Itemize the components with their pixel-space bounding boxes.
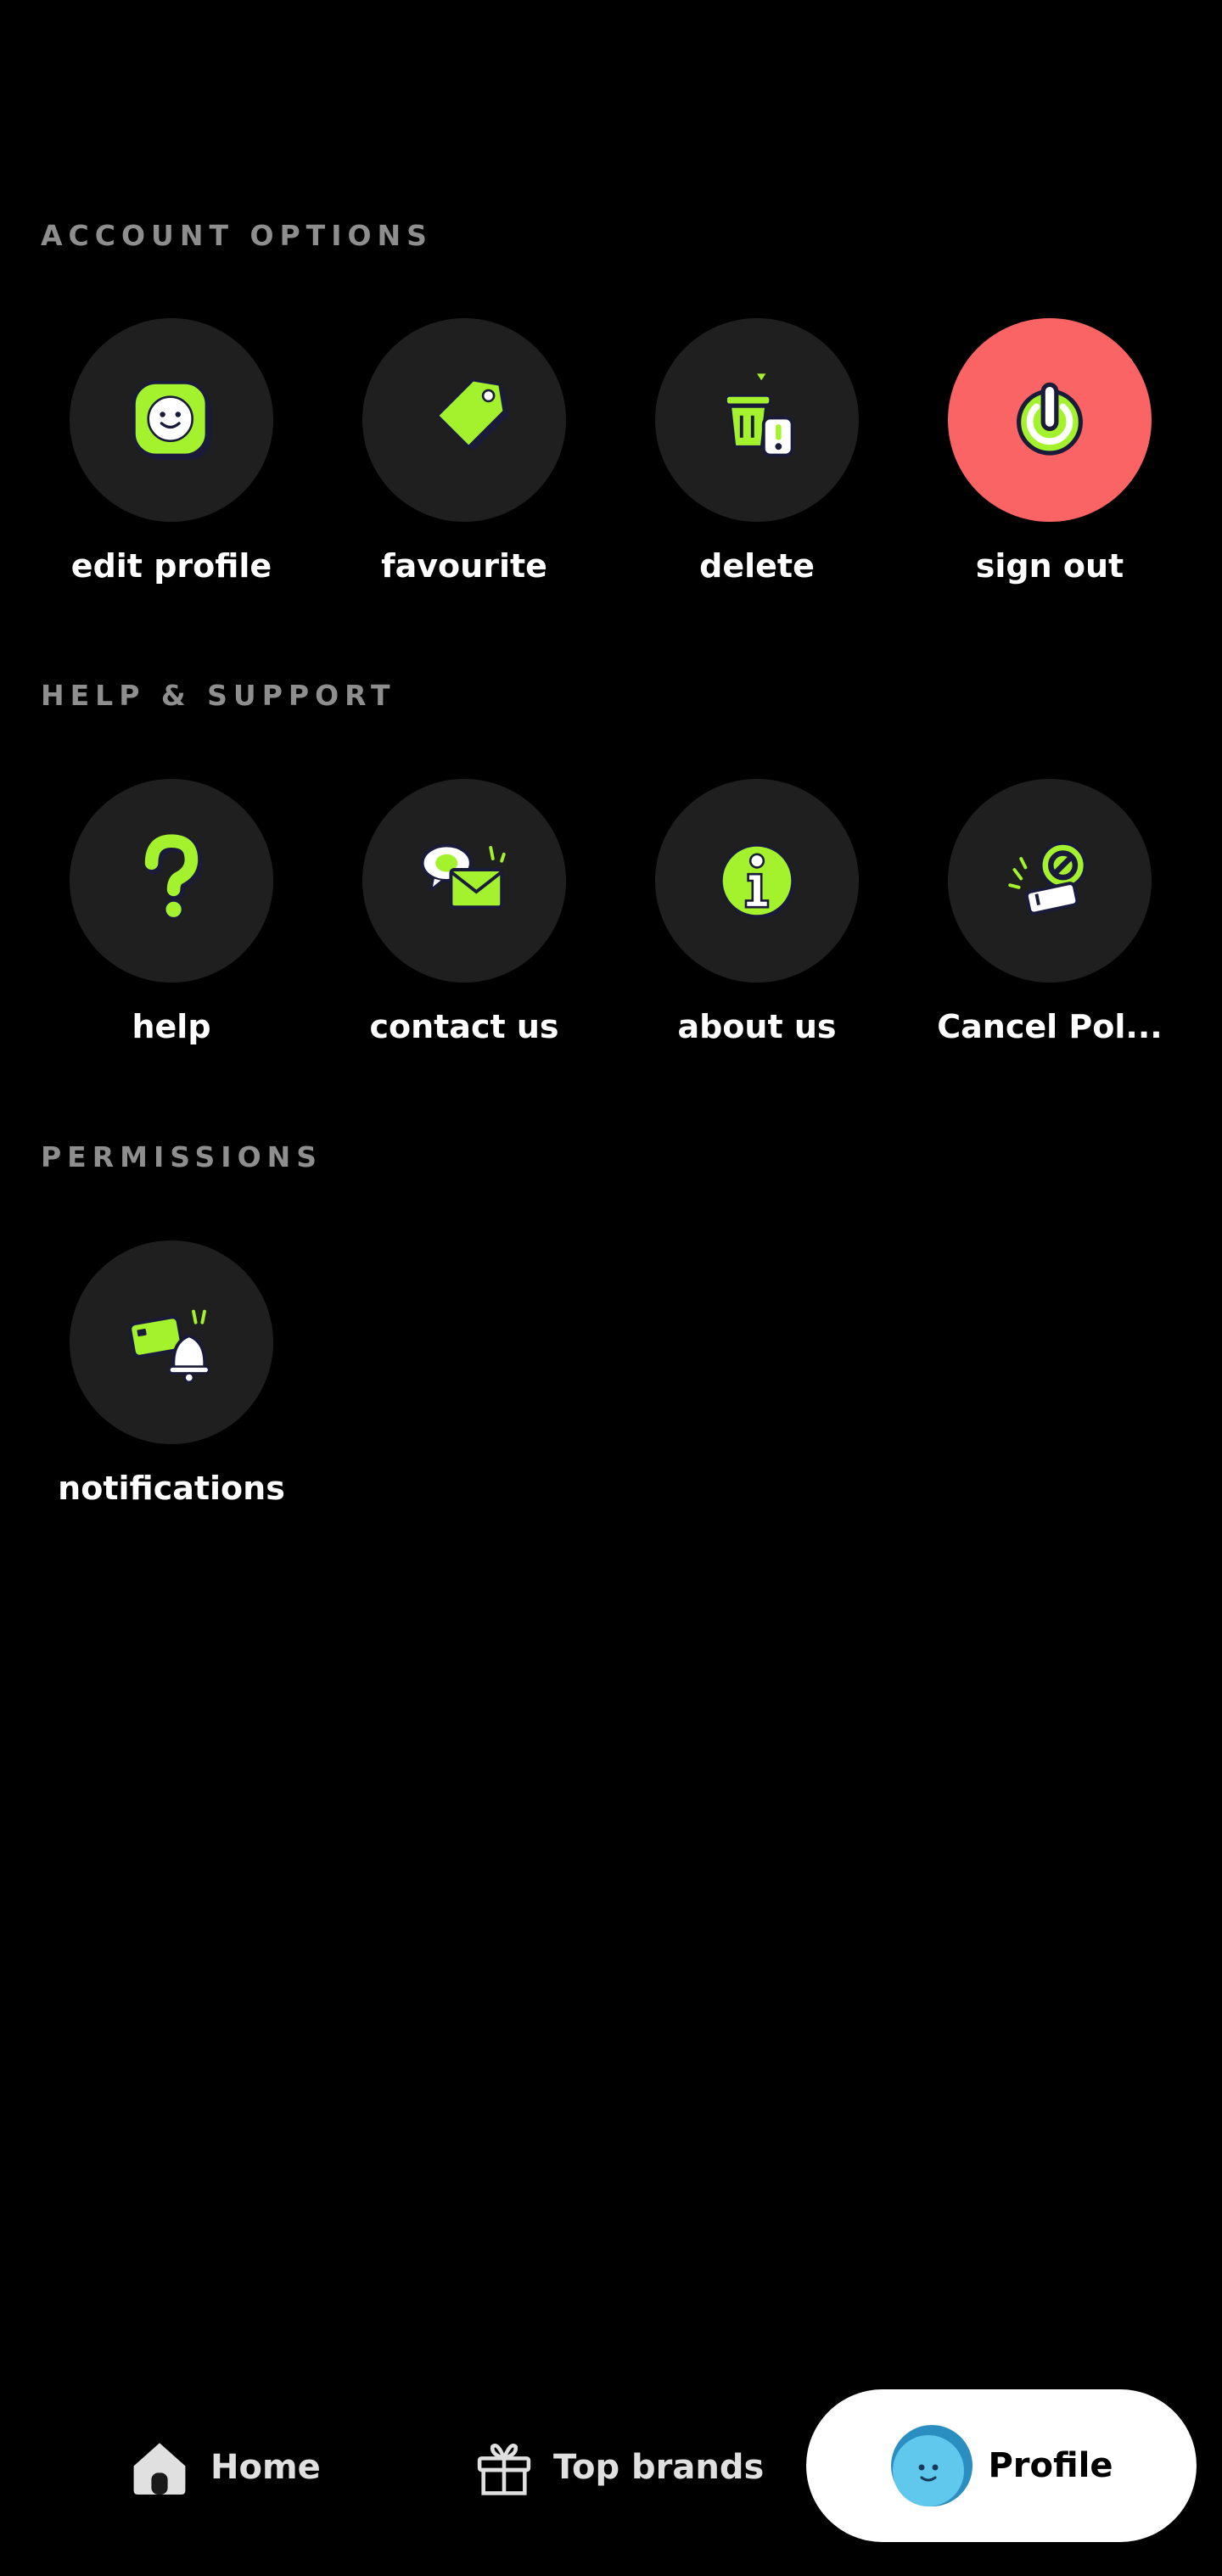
nav-profile[interactable]: Profile bbox=[806, 2389, 1197, 2542]
contact-us-label: contact us bbox=[369, 1008, 559, 1045]
contact-us-button[interactable]: contact us bbox=[324, 779, 604, 1067]
nav-home[interactable]: Home bbox=[126, 2416, 321, 2518]
notifications-button[interactable]: notifications bbox=[31, 1240, 311, 1529]
power-icon bbox=[1017, 382, 1083, 456]
account-options-grid: edit profile favourite delete sign out bbox=[0, 318, 1222, 607]
permissions-grid: notifications bbox=[0, 1240, 1222, 1529]
sign-out-label: sign out bbox=[975, 547, 1124, 585]
question-mark-icon bbox=[144, 834, 203, 920]
delete-button[interactable]: delete bbox=[617, 318, 897, 607]
help-label: help bbox=[132, 1008, 211, 1045]
card-bell-icon bbox=[128, 1309, 210, 1384]
edit-profile-circle bbox=[70, 318, 273, 522]
contact-us-circle bbox=[362, 779, 566, 983]
about-us-circle bbox=[655, 779, 859, 983]
favourite-button[interactable]: favourite bbox=[324, 318, 604, 607]
help-button[interactable]: help bbox=[31, 779, 311, 1067]
nav-home-label: Home bbox=[210, 2448, 321, 2487]
favourite-label: favourite bbox=[381, 547, 547, 585]
nav-top-brands[interactable]: Top brands bbox=[472, 2416, 764, 2518]
sign-out-circle bbox=[948, 318, 1152, 522]
about-us-button[interactable]: about us bbox=[617, 779, 897, 1067]
cancel-policy-circle bbox=[948, 779, 1152, 983]
envelope-chat-icon bbox=[420, 843, 506, 910]
tag-icon bbox=[435, 378, 508, 451]
home-icon bbox=[133, 2443, 186, 2495]
favourite-circle bbox=[362, 318, 566, 522]
edit-profile-label: edit profile bbox=[70, 547, 272, 585]
edit-profile-button[interactable]: edit profile bbox=[31, 318, 311, 607]
about-us-label: about us bbox=[677, 1008, 837, 1045]
section-title-account-options: ACCOUNT OPTIONS bbox=[41, 219, 433, 252]
delete-circle bbox=[655, 318, 859, 522]
help-support-grid: help contact us about us Cancel Pol... bbox=[0, 779, 1222, 1067]
smiley-face-icon bbox=[132, 380, 211, 460]
profile-avatar-icon bbox=[891, 2425, 973, 2506]
notifications-circle bbox=[70, 1240, 273, 1444]
sign-out-button[interactable]: sign out bbox=[910, 318, 1190, 607]
cancel-policy-label: Cancel Pol... bbox=[937, 1008, 1163, 1045]
nav-top-brands-label: Top brands bbox=[553, 2448, 765, 2487]
nav-profile-label: Profile bbox=[988, 2446, 1113, 2485]
cancel-policy-button[interactable]: Cancel Pol... bbox=[910, 779, 1190, 1067]
section-title-permissions: PERMISSIONS bbox=[41, 1140, 323, 1173]
help-circle bbox=[70, 779, 273, 983]
notifications-label: notifications bbox=[58, 1470, 285, 1507]
bottom-navigation: Home Top brands Profile bbox=[0, 2376, 1222, 2576]
section-title-help-support: HELP & SUPPORT bbox=[41, 679, 396, 712]
gift-icon bbox=[477, 2444, 531, 2495]
cancel-ticket-icon bbox=[1008, 841, 1087, 916]
delete-label: delete bbox=[699, 547, 815, 585]
info-icon bbox=[720, 844, 795, 919]
trash-icon bbox=[725, 373, 794, 457]
